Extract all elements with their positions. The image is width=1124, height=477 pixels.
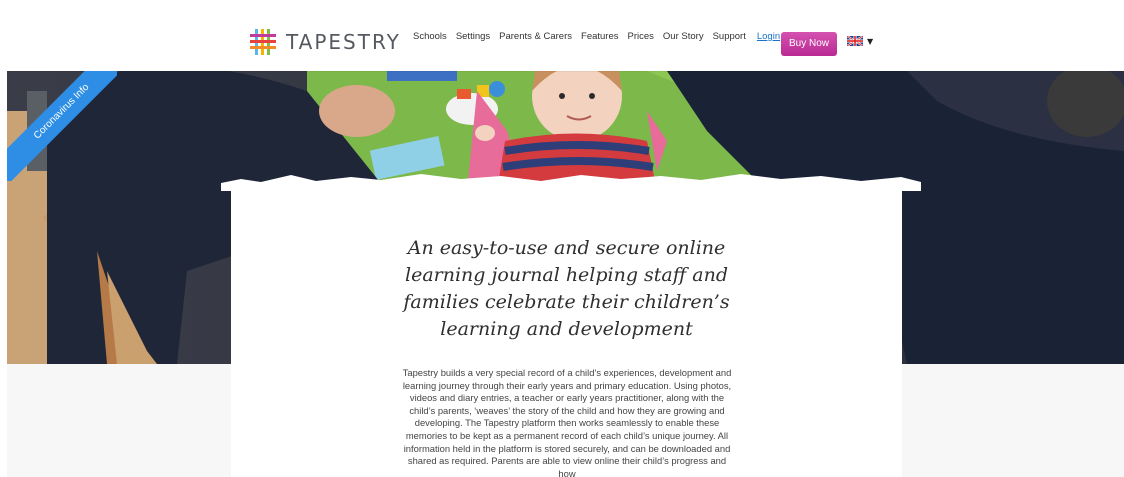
uk-flag-icon (847, 36, 863, 46)
paragraph-line: memories to be kept as a permanent recor… (405, 429, 729, 441)
main-nav: Schools Settings Parents & Carers Featur… (413, 31, 796, 42)
logo[interactable]: TAPESTRY (248, 27, 401, 57)
nav-item-support[interactable]: Support (713, 31, 746, 42)
chevron-down-icon: ▼ (867, 36, 874, 46)
brush-edge-decoration (221, 174, 921, 191)
coronavirus-info-ribbon[interactable]: Coronavirus Info (7, 71, 117, 181)
paragraph-line: information held in the platform is stor… (403, 442, 731, 454)
headline-line: An easy-to-use and secure online (407, 237, 726, 259)
login-link[interactable]: Login (757, 31, 780, 42)
nav-item-our-story[interactable]: Our Story (663, 31, 704, 42)
nav-item-settings[interactable]: Settings (456, 31, 490, 42)
headline-line: families celebrate their children’s (403, 291, 730, 313)
tapestry-logo-icon (250, 29, 276, 55)
headline-line: learning and development (440, 318, 693, 340)
ribbon-container: Coronavirus Info (7, 71, 117, 181)
intro-paragraph: Tapestry builds a very special record of… (401, 367, 733, 477)
paragraph-line: child’s parents, ‘weaves’ the story of t… (409, 404, 725, 416)
hero-headline: An easy-to-use and secure online learnin… (231, 235, 902, 343)
paragraph-line: videos and diary entries, a teacher or e… (409, 392, 725, 404)
logo-text: TAPESTRY (286, 30, 401, 54)
language-selector[interactable]: ▼ (847, 36, 873, 46)
paragraph-line: shared as required. Parents are able to … (407, 455, 727, 477)
paragraph-line: Tapestry builds a very special record of… (402, 367, 732, 378)
nav-item-prices[interactable]: Prices (628, 31, 654, 42)
intro-card: An easy-to-use and secure online learnin… (221, 174, 921, 477)
paragraph-line: learning journey through their early yea… (402, 379, 732, 391)
browser-viewport: Coronavirus Info TAPESTRY Schools Settin… (7, 13, 1124, 477)
nav-item-schools[interactable]: Schools (413, 31, 447, 42)
nav-item-features[interactable]: Features (581, 31, 619, 42)
paragraph-line: developing. The Tapestry platform then w… (414, 417, 720, 429)
nav-item-parents-carers[interactable]: Parents & Carers (499, 31, 572, 42)
buy-now-button[interactable]: Buy Now (781, 32, 837, 56)
headline-line: learning journal helping staff and (405, 264, 728, 286)
site-header: TAPESTRY Schools Settings Parents & Care… (7, 13, 1124, 71)
